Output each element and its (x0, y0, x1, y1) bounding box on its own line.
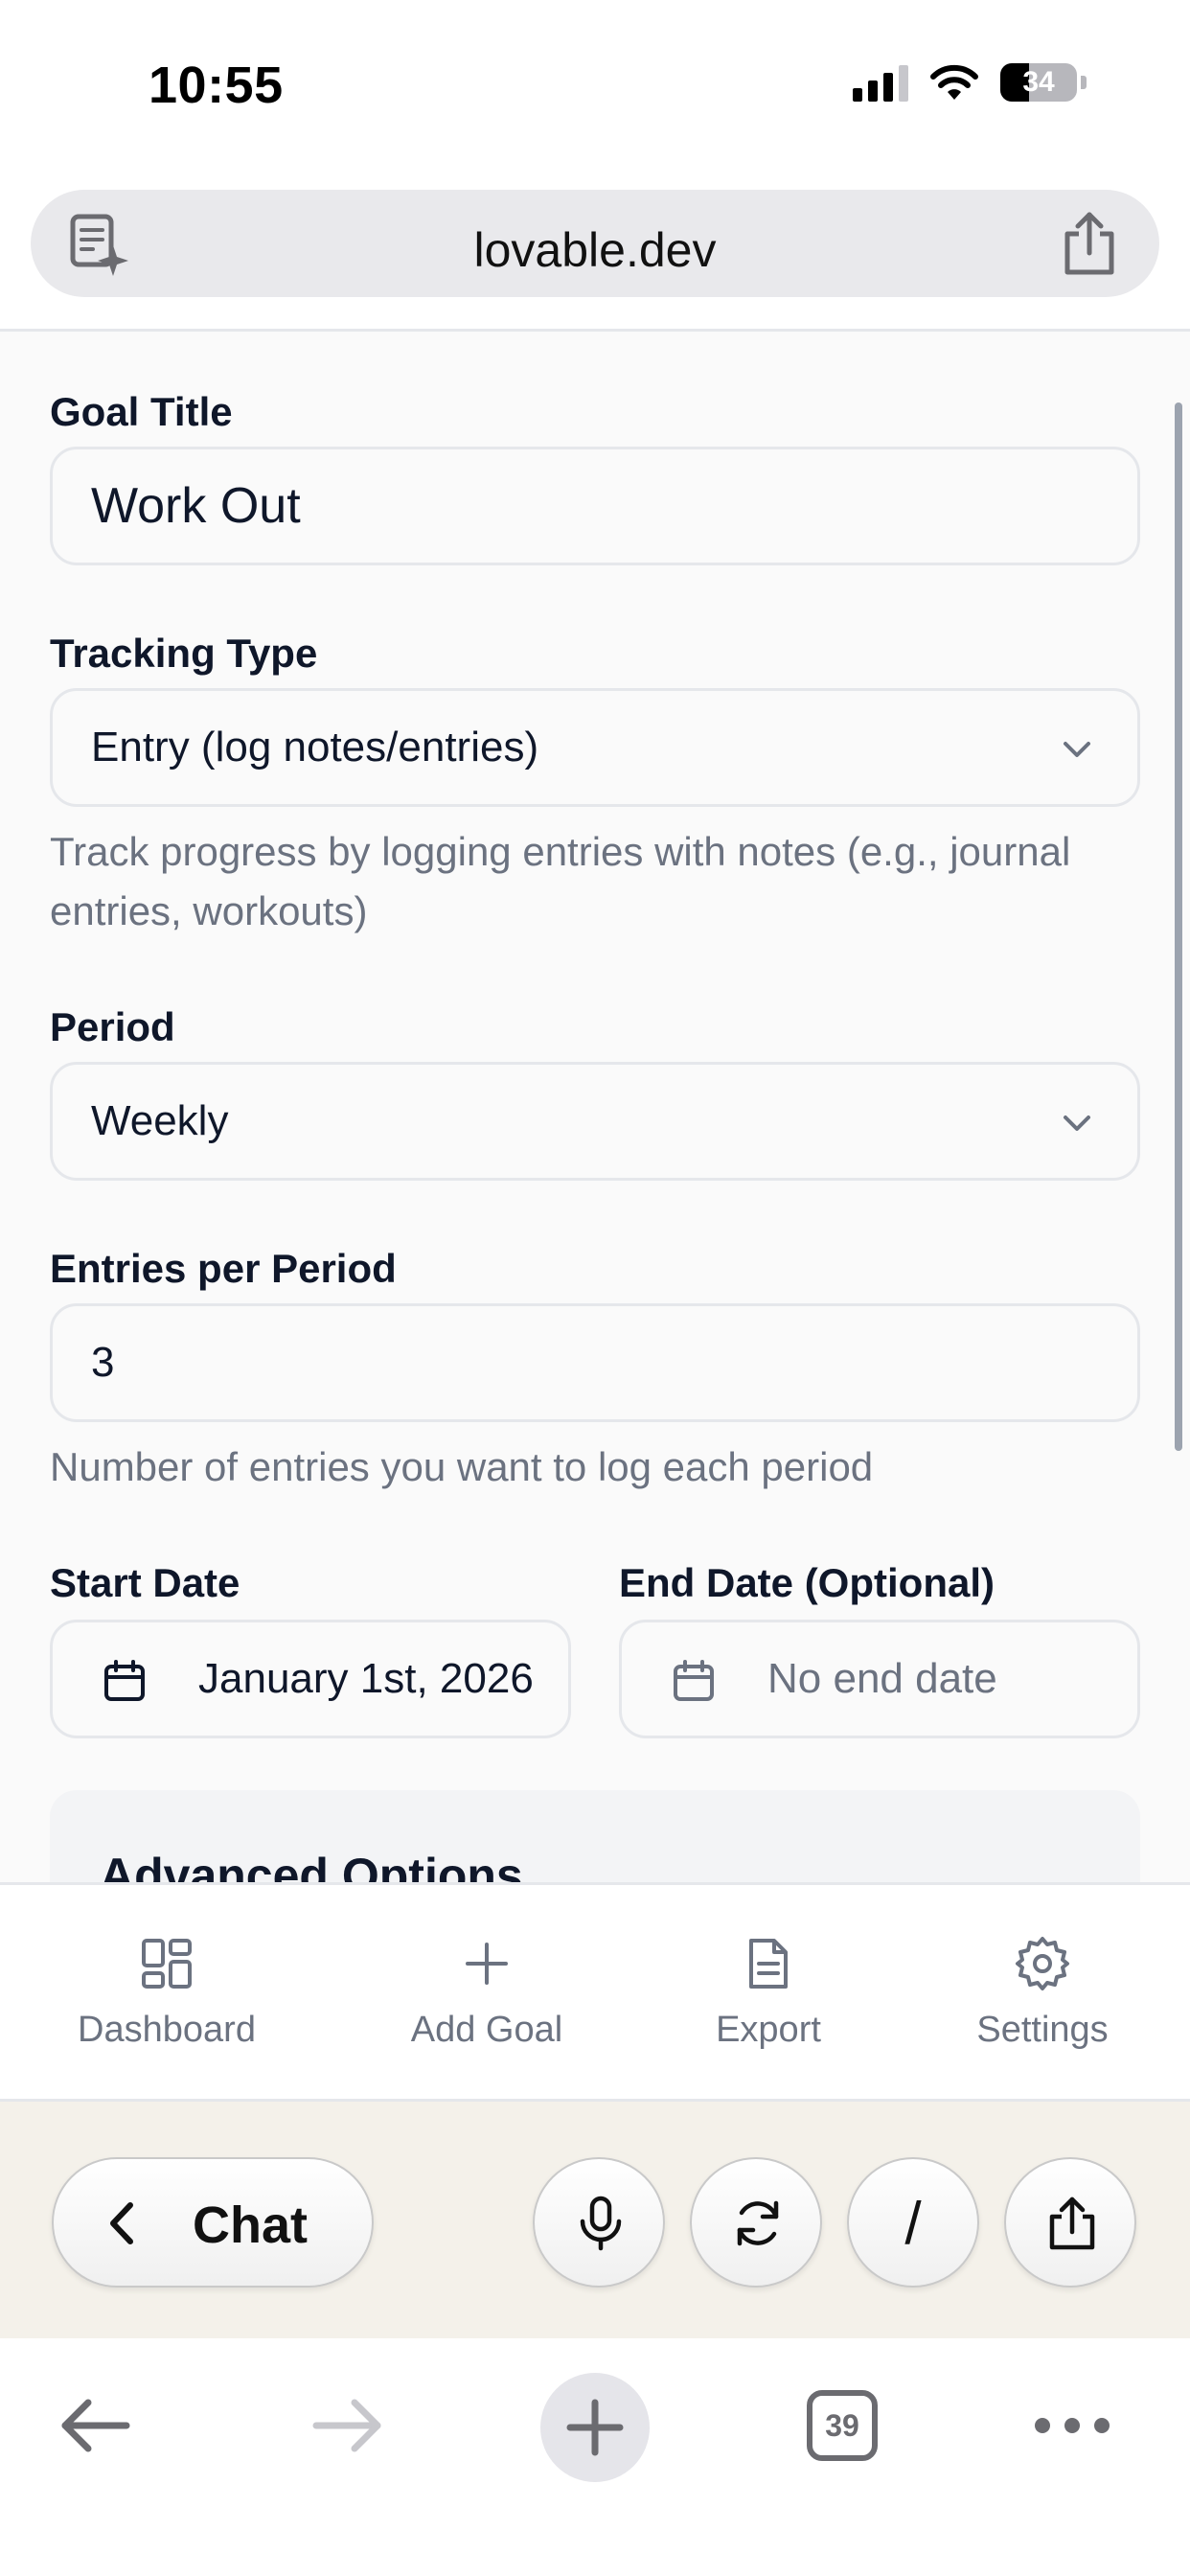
nav-add-goal-label: Add Goal (410, 2010, 563, 2050)
address-bar[interactable]: lovable.dev (31, 190, 1159, 297)
nav-settings[interactable]: Settings (927, 1935, 1157, 2051)
entries-per-period-input[interactable]: 3 (50, 1303, 1140, 1422)
entries-per-period-label: Entries per Period (50, 1246, 397, 1291)
goal-title-input[interactable]: Work Out (50, 447, 1140, 565)
calendar-icon (104, 1660, 145, 1701)
battery-level: 34 (1022, 66, 1055, 98)
status-icons: 34 (853, 63, 1087, 102)
start-date-picker[interactable]: January 1st, 2026 (50, 1620, 571, 1738)
tabs-button[interactable]: 39 (807, 2390, 878, 2461)
refresh-button[interactable] (690, 2157, 822, 2288)
document-icon (749, 1939, 788, 1989)
period-label: Period (50, 1004, 175, 1049)
start-date-value: January 1st, 2026 (198, 1655, 534, 1702)
chevron-down-icon (1064, 1116, 1090, 1131)
chat-button[interactable]: Chat (52, 2157, 374, 2288)
tracking-type-value: Entry (log notes/entries) (91, 724, 539, 770)
chat-button-label: Chat (193, 2196, 308, 2254)
calendar-icon (674, 1660, 714, 1701)
status-time: 10:55 (149, 57, 284, 114)
more-button[interactable] (1019, 2373, 1125, 2478)
scrollbar[interactable] (1175, 402, 1182, 1451)
nav-dashboard[interactable]: Dashboard (52, 1935, 282, 2051)
nav-export-label: Export (716, 2010, 821, 2050)
battery-icon: 34 (1000, 63, 1077, 102)
nav-settings-label: Settings (976, 2010, 1109, 2050)
goal-title-label: Goal Title (50, 389, 233, 434)
browser-toolbar: 39 (0, 2338, 1190, 2576)
goal-form: Goal Title Work Out Tracking Type Entry … (0, 332, 1190, 1882)
bottom-navigation: Dashboard Add Goal Export Settings (0, 1882, 1190, 2099)
end-date-picker[interactable]: No end date (619, 1620, 1140, 1738)
cellular-signal-icon (853, 63, 908, 102)
gear-icon (1016, 1937, 1069, 1990)
end-date-label: End Date (Optional) (619, 1560, 995, 1605)
microphone-icon (580, 2196, 622, 2251)
arrow-left-icon (61, 2399, 130, 2452)
slash-label: / (904, 2191, 922, 2257)
back-button[interactable] (44, 2373, 149, 2478)
lovable-chat-toolbar: Chat / (0, 2099, 1190, 2338)
browser-url-area: lovable.dev (0, 172, 1190, 332)
new-tab-button[interactable] (540, 2373, 650, 2482)
upload-button[interactable] (1004, 2157, 1136, 2288)
refresh-icon (737, 2200, 779, 2246)
start-date-label: Start Date (50, 1560, 240, 1605)
plus-icon (466, 1943, 508, 1985)
advanced-options-title: Advanced Options (100, 1849, 523, 1882)
chevron-left-icon (110, 2202, 133, 2244)
end-date-placeholder: No end date (767, 1655, 997, 1702)
share-icon[interactable] (1060, 211, 1119, 278)
period-select[interactable]: Weekly (50, 1062, 1140, 1181)
tracking-type-help: Track progress by logging entries with n… (50, 829, 1071, 933)
tracking-type-select[interactable]: Entry (log notes/entries) (50, 688, 1140, 807)
more-dots-icon (1035, 2418, 1110, 2433)
nav-add-goal[interactable]: Add Goal (372, 1935, 602, 2051)
tracking-type-label: Tracking Type (50, 631, 318, 676)
slash-command-button[interactable]: / (847, 2157, 979, 2288)
nav-export[interactable]: Export (653, 1935, 883, 2051)
chevron-down-icon (1064, 742, 1090, 757)
entries-per-period-value: 3 (91, 1339, 115, 1386)
nav-dashboard-label: Dashboard (78, 2010, 256, 2050)
goal-title-value: Work Out (91, 478, 301, 534)
arrow-right-icon (312, 2399, 381, 2452)
battery-tip (1081, 76, 1087, 89)
advanced-options-card[interactable]: Advanced Options (50, 1790, 1140, 1882)
status-bar: 10:55 34 (0, 0, 1190, 172)
share-icon (1049, 2196, 1095, 2250)
url-text: lovable.dev (473, 223, 717, 277)
microphone-button[interactable] (533, 2157, 665, 2288)
dashboard-grid-icon (142, 1939, 192, 1989)
forward-button[interactable] (293, 2373, 399, 2478)
entries-per-period-help: Number of entries you want to log each p… (50, 1444, 874, 1489)
plus-icon (566, 2399, 624, 2456)
period-value: Weekly (91, 1097, 229, 1144)
wifi-icon (930, 64, 978, 100)
